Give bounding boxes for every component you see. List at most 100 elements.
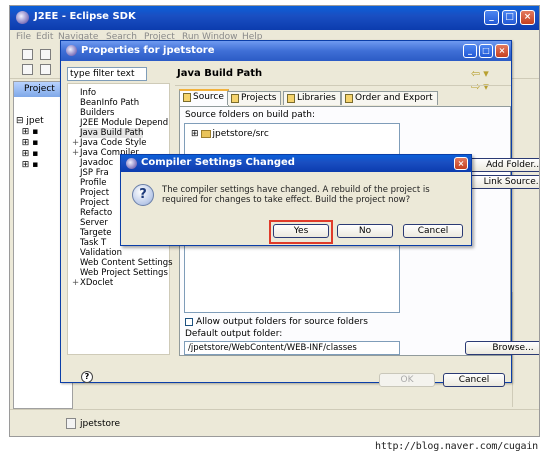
category-label: Web Project Settings bbox=[80, 268, 168, 278]
category-item[interactable]: Info bbox=[72, 88, 96, 98]
category-item[interactable]: Profile bbox=[72, 178, 106, 188]
source-folder-label: jpetstore/src bbox=[212, 129, 269, 139]
allow-output-checkbox[interactable]: Allow output folders for source folders bbox=[185, 317, 368, 327]
category-item[interactable]: JSP Fra bbox=[72, 168, 109, 178]
tab-projects-label: Projects bbox=[241, 93, 277, 103]
tree-root[interactable]: ⊟ jpet bbox=[16, 116, 44, 127]
browse-button[interactable]: Browse... bbox=[465, 341, 539, 355]
category-label: Refacto bbox=[80, 208, 113, 218]
page-title: Java Build Path bbox=[177, 68, 263, 79]
tab-libraries[interactable]: Libraries bbox=[283, 91, 341, 105]
maximize-icon[interactable]: □ bbox=[479, 44, 493, 58]
project-tree: ⊟ jpet ⊞ ▪ ⊞ ▪ ⊞ ▪ ⊞ ▪ bbox=[16, 116, 44, 171]
checkbox-box[interactable] bbox=[185, 317, 193, 326]
category-item[interactable]: Server bbox=[72, 218, 108, 228]
compiler-dialog-title: Compiler Settings Changed bbox=[141, 157, 295, 168]
close-icon[interactable]: × bbox=[495, 44, 509, 58]
category-item[interactable]: Builders bbox=[72, 108, 115, 118]
category-label: XDoclet bbox=[80, 278, 114, 288]
no-button[interactable]: No bbox=[337, 224, 393, 238]
menu-file[interactable]: File bbox=[16, 32, 31, 42]
default-output-field[interactable]: /jpetstore/WebContent/WEB-INF/classes bbox=[184, 341, 400, 355]
eclipse-window-title: J2EE - Eclipse SDK bbox=[34, 11, 136, 22]
category-item[interactable]: +XDoclet bbox=[72, 278, 113, 288]
new-icon[interactable] bbox=[22, 49, 33, 60]
close-icon[interactable]: × bbox=[454, 157, 468, 170]
status-text: jpetstore bbox=[80, 419, 121, 429]
category-item[interactable]: Project bbox=[72, 198, 109, 208]
category-label: Project bbox=[80, 198, 110, 208]
category-item[interactable]: Project bbox=[72, 188, 109, 198]
category-item[interactable]: Targete bbox=[72, 228, 112, 238]
ok-button[interactable]: OK bbox=[379, 373, 435, 387]
filter-input[interactable]: type filter text bbox=[67, 67, 147, 81]
category-item[interactable]: J2EE Module Depend bbox=[72, 118, 168, 128]
category-label: Javadoc bbox=[80, 158, 114, 168]
expand-icon[interactable]: + bbox=[72, 138, 80, 148]
screenshot-frame: J2EE - Eclipse SDK _ □ × File Edit Navig… bbox=[9, 5, 540, 437]
compiler-dialog-title-bar[interactable]: Compiler Settings Changed × bbox=[121, 155, 471, 172]
category-item[interactable]: Task T bbox=[72, 238, 106, 248]
category-label: JSP Fra bbox=[80, 168, 109, 178]
projects-tab-icon bbox=[231, 94, 239, 103]
help-icon[interactable]: ? bbox=[81, 371, 93, 383]
tab-source-label: Source bbox=[193, 92, 224, 102]
category-item[interactable]: Refacto bbox=[72, 208, 112, 218]
compiler-cancel-button[interactable]: Cancel bbox=[403, 224, 463, 238]
expand-icon[interactable]: + bbox=[72, 148, 80, 158]
category-item[interactable]: Web Content Settings bbox=[72, 258, 173, 268]
eclipse-logo-icon bbox=[126, 158, 137, 169]
tree-root-label: jpet bbox=[26, 116, 44, 126]
category-label: Builders bbox=[80, 108, 115, 118]
category-item-java-build-path[interactable]: Java Build Path bbox=[72, 128, 144, 138]
category-label: Server bbox=[80, 218, 108, 228]
compiler-settings-dialog: Compiler Settings Changed × ? The compil… bbox=[120, 154, 472, 246]
category-label: BeanInfo Path bbox=[80, 98, 140, 108]
eclipse-title-bar[interactable]: J2EE - Eclipse SDK _ □ × bbox=[10, 6, 539, 30]
category-item[interactable]: +Java Code Style bbox=[72, 138, 146, 148]
save-icon[interactable] bbox=[40, 49, 51, 60]
folder-icon bbox=[200, 129, 211, 138]
debug-icon[interactable] bbox=[22, 64, 33, 75]
close-icon[interactable]: × bbox=[520, 10, 535, 25]
category-label: Task T bbox=[80, 238, 107, 248]
link-source-button[interactable]: Link Source... bbox=[466, 175, 539, 189]
tab-libraries-label: Libraries bbox=[297, 93, 336, 103]
yes-button[interactable]: Yes bbox=[273, 224, 329, 238]
divider bbox=[175, 85, 511, 86]
minimize-icon[interactable]: _ bbox=[484, 10, 499, 25]
maximize-icon[interactable]: □ bbox=[502, 10, 517, 25]
run-icon[interactable] bbox=[40, 64, 51, 75]
tree-child[interactable]: ⊞ ▪ bbox=[16, 138, 44, 149]
category-label: Targete bbox=[80, 228, 112, 238]
expand-icon[interactable]: + bbox=[72, 278, 80, 288]
allow-output-label: Allow output folders for source folders bbox=[196, 317, 368, 327]
back-forward-arrows-icon[interactable]: ⇦▾ ⇨▾ bbox=[471, 67, 511, 93]
minimize-icon[interactable]: _ bbox=[463, 44, 477, 58]
default-output-label: Default output folder: bbox=[185, 329, 283, 339]
compiler-dialog-message: The compiler settings have changed. A re… bbox=[162, 185, 430, 205]
tree-child[interactable]: ⊞ ▪ bbox=[16, 127, 44, 138]
category-item[interactable]: Web Project Settings bbox=[72, 268, 168, 278]
tab-source[interactable]: Source bbox=[179, 89, 229, 106]
source-tab-icon bbox=[183, 93, 191, 102]
category-item[interactable]: Validation bbox=[72, 248, 122, 258]
eclipse-status-bar: jpetstore bbox=[10, 409, 539, 436]
source-folder-item[interactable]: ⊞ jpetstore/src bbox=[191, 129, 269, 139]
menu-edit[interactable]: Edit bbox=[36, 32, 53, 42]
tree-child[interactable]: ⊞ ▪ bbox=[16, 149, 44, 160]
category-label: Info bbox=[80, 88, 97, 98]
cancel-button[interactable]: Cancel bbox=[443, 373, 505, 387]
watermark-url: http://blog.naver.com/cugain bbox=[375, 441, 538, 452]
category-item[interactable]: BeanInfo Path bbox=[72, 98, 139, 108]
eclipse-logo-icon bbox=[66, 45, 77, 56]
category-label: Validation bbox=[80, 248, 122, 258]
tab-order-export[interactable]: Order and Export bbox=[341, 91, 438, 105]
properties-title-bar[interactable]: Properties for jpetstore _ □ × bbox=[61, 41, 511, 61]
source-folders-label: Source folders on build path: bbox=[185, 110, 316, 120]
tree-child[interactable]: ⊞ ▪ bbox=[16, 160, 44, 171]
category-item[interactable]: Javadoc bbox=[72, 158, 113, 168]
tab-projects[interactable]: Projects bbox=[227, 91, 282, 105]
add-folder-button[interactable]: Add Folder... bbox=[466, 158, 539, 172]
category-label: Profile bbox=[80, 178, 107, 188]
